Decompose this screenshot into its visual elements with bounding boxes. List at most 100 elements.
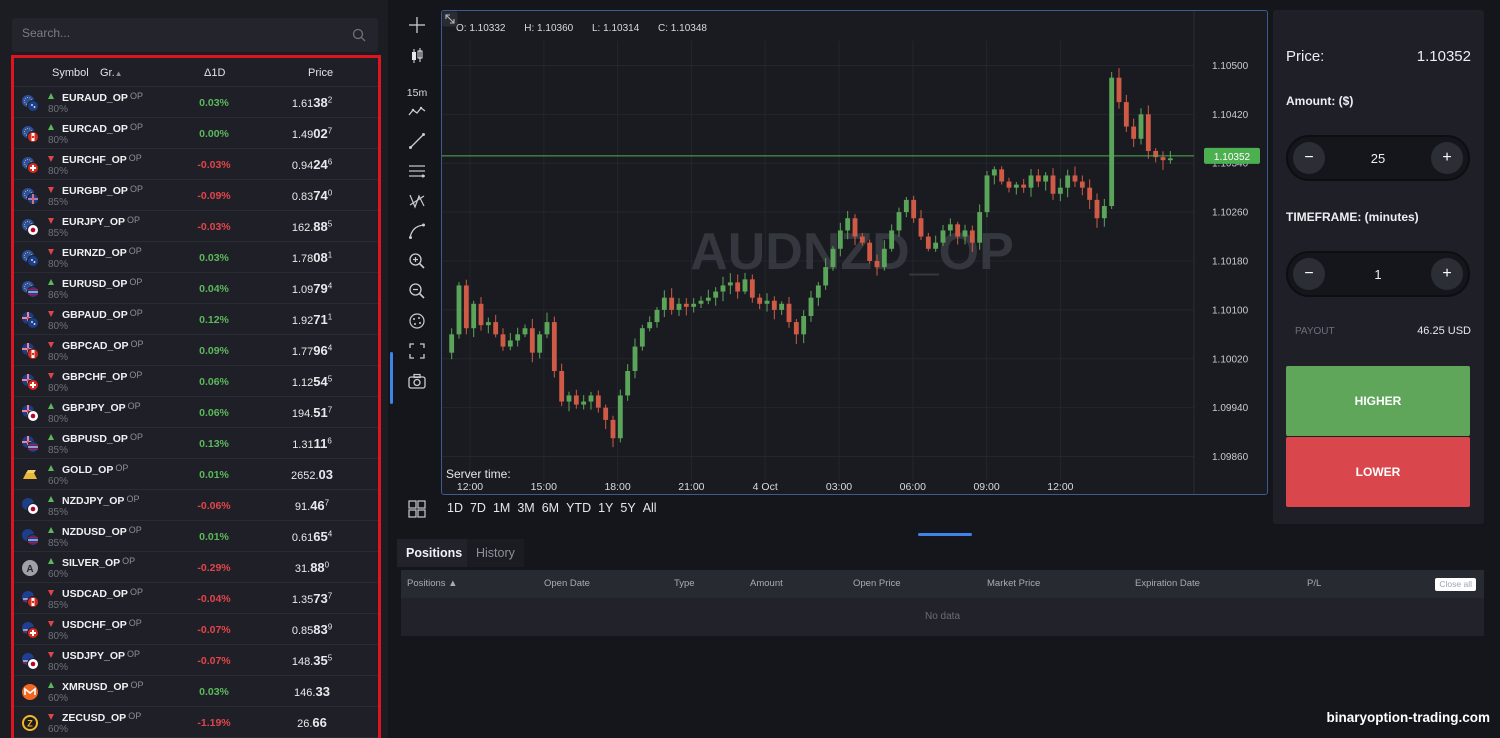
zoom-in-icon[interactable] <box>407 251 427 271</box>
amount-decrease-button[interactable]: − <box>1293 142 1325 174</box>
candle-body <box>911 199 917 219</box>
timeframe-selector[interactable]: 15m <box>400 87 434 99</box>
col-amount[interactable]: Amount <box>750 578 783 589</box>
col-open-date[interactable]: Open Date <box>544 578 590 589</box>
instrument-row[interactable]: EURAUD_OP OP 80% 0.03% 1.61382 <box>14 87 378 118</box>
candle-body <box>1145 114 1151 151</box>
range-6m[interactable]: 6M <box>542 501 559 515</box>
candle-body <box>617 395 623 439</box>
instrument-row[interactable]: EURCAD_OP OP 80% 0.00% 1.49027 <box>14 118 378 149</box>
instrument-row[interactable]: EURUSD_OP OP 86% 0.04% 1.09794 <box>14 273 378 304</box>
camera-icon[interactable] <box>407 371 427 391</box>
col-market-price[interactable]: Market Price <box>987 578 1040 589</box>
horizontal-lines-icon[interactable] <box>407 161 427 181</box>
instrument-row[interactable]: GBPCAD_OP OP 80% 0.09% 1.77964 <box>14 335 378 366</box>
range-all[interactable]: All <box>643 501 657 515</box>
instrument-row[interactable]: A SILVER_OP OP 60% -0.29% 31.880 <box>14 552 378 583</box>
col-pl[interactable]: P/L <box>1307 578 1321 589</box>
timeframe-value[interactable]: 1 <box>1332 267 1424 282</box>
amount-value[interactable]: 25 <box>1332 151 1424 166</box>
range-1d[interactable]: 1D <box>447 501 463 515</box>
arrow-up-icon <box>48 527 54 533</box>
instrument-change: -0.29% <box>197 562 231 574</box>
col-type[interactable]: Type <box>674 578 695 589</box>
timeframe-decrease-button[interactable]: − <box>1293 258 1325 290</box>
candle-body <box>573 395 579 405</box>
instrument-row[interactable]: Z ZECUSD_OP OP 60% -1.19% 26.66 <box>14 707 378 738</box>
candle-body <box>742 279 748 292</box>
range-5y[interactable]: 5Y <box>620 501 635 515</box>
instrument-row[interactable]: GBPUSD_OP OP 85% 0.13% 1.31116 <box>14 428 378 459</box>
price-prefix: 1.49 <box>291 129 314 141</box>
instrument-row[interactable]: XMRUSD_OP OP 60% 0.03% 146.33 <box>14 676 378 707</box>
instrument-type-tag: OP <box>128 525 142 535</box>
header-symbol[interactable]: Symbol <box>52 67 89 79</box>
instrument-row[interactable]: GBPJPY_OP OP 80% 0.06% 194.517 <box>14 397 378 428</box>
instrument-row[interactable]: USDCHF_OP OP 80% -0.07% 0.85839 <box>14 614 378 645</box>
instrument-symbol-text: XMRUSD_OP <box>62 681 129 693</box>
instrument-row[interactable]: EURGBP_OP OP 85% -0.09% 0.83740 <box>14 180 378 211</box>
candlestick-icon[interactable] <box>407 46 427 66</box>
search-input[interactable] <box>22 26 342 40</box>
instrument-row[interactable]: USDCAD_OP OP 85% -0.04% 1.35737 <box>14 583 378 614</box>
instrument-row[interactable]: EURCHF_OP OP 80% -0.03% 0.94246 <box>14 149 378 180</box>
chart-toolbar: 15m <box>400 10 434 525</box>
candle-body <box>669 297 675 310</box>
instrument-change: 0.03% <box>199 97 229 109</box>
instrument-row[interactable]: GBPCHF_OP OP 80% 0.06% 1.12545 <box>14 366 378 397</box>
instrument-flag-icon <box>22 343 39 360</box>
crosshair-icon[interactable] <box>407 15 427 35</box>
line-chart-icon[interactable] <box>407 102 427 122</box>
tab-history[interactable]: History <box>467 539 524 567</box>
price-prefix: 1.09 <box>291 284 314 296</box>
zoom-out-icon[interactable] <box>407 281 427 301</box>
layout-grid-icon[interactable] <box>407 499 427 519</box>
y-tick-label: 1.10260 <box>1212 208 1249 219</box>
price-prefix: 0.83 <box>291 191 314 203</box>
range-1m[interactable]: 1M <box>493 501 510 515</box>
site-watermark: binaryoption-trading.com <box>1326 710 1491 725</box>
col-positions[interactable]: Positions ▲ <box>407 578 458 589</box>
instrument-row[interactable]: USDJPY_OP OP 80% -0.07% 148.355 <box>14 645 378 676</box>
pattern-icon[interactable] <box>407 191 427 211</box>
expand-icon[interactable] <box>442 11 458 27</box>
col-open-price[interactable]: Open Price <box>853 578 901 589</box>
instrument-row[interactable]: NZDJPY_OP OP 85% -0.06% 91.467 <box>14 490 378 521</box>
instrument-row[interactable]: EURNZD_OP OP 80% 0.03% 1.78081 <box>14 242 378 273</box>
indicators-icon[interactable] <box>407 311 427 331</box>
fullscreen-icon[interactable] <box>407 341 427 361</box>
tab-positions[interactable]: Positions <box>397 539 472 567</box>
candle-body <box>507 340 513 347</box>
amount-increase-button[interactable]: + <box>1431 142 1463 174</box>
header-group[interactable]: Gr.▲ <box>100 67 123 79</box>
close-all-button[interactable]: Close all <box>1435 578 1476 591</box>
candle-body <box>471 303 477 329</box>
instrument-row[interactable]: EURJPY_OP OP 85% -0.03% 162.885 <box>14 211 378 242</box>
left-panel-resizer[interactable] <box>390 352 393 404</box>
instrument-row[interactable]: GBPAUD_OP OP 80% 0.12% 1.92711 <box>14 304 378 335</box>
header-price[interactable]: Price <box>308 67 333 79</box>
range-7d[interactable]: 7D <box>470 501 486 515</box>
col-expiration-date[interactable]: Expiration Date <box>1135 578 1200 589</box>
panel-resizer[interactable] <box>918 533 972 536</box>
timeframe-increase-button[interactable]: + <box>1431 258 1463 290</box>
instrument-row[interactable]: GOLD_OP OP 60% 0.01% 2652.03 <box>14 459 378 490</box>
candle-body <box>786 303 792 323</box>
search-icon[interactable] <box>352 28 366 42</box>
higher-button[interactable]: HIGHER <box>1286 366 1470 436</box>
instrument-symbol: SILVER_OP OP <box>62 556 135 569</box>
curve-icon[interactable] <box>407 221 427 241</box>
header-change[interactable]: Δ1D <box>204 67 225 79</box>
instrument-row[interactable]: NZDUSD_OP OP 85% 0.01% 0.61654 <box>14 521 378 552</box>
instrument-payout: 80% <box>48 383 69 394</box>
candle-body <box>661 297 667 310</box>
price-fraction: 6 <box>327 157 333 167</box>
price-chart[interactable]: 1.10500 1.10420 1.10340 1.10260 1.10180 1.101… <box>441 10 1268 495</box>
candlestick-chart[interactable]: 1.105001.104201.103401.102601.101801.101… <box>442 11 1268 495</box>
instrument-symbol: GBPCAD_OP OP <box>62 339 144 352</box>
range-3m[interactable]: 3M <box>517 501 534 515</box>
range-1y[interactable]: 1Y <box>598 501 613 515</box>
trend-line-icon[interactable] <box>407 131 427 151</box>
range-ytd[interactable]: YTD <box>566 501 591 515</box>
lower-button[interactable]: LOWER <box>1286 437 1470 507</box>
